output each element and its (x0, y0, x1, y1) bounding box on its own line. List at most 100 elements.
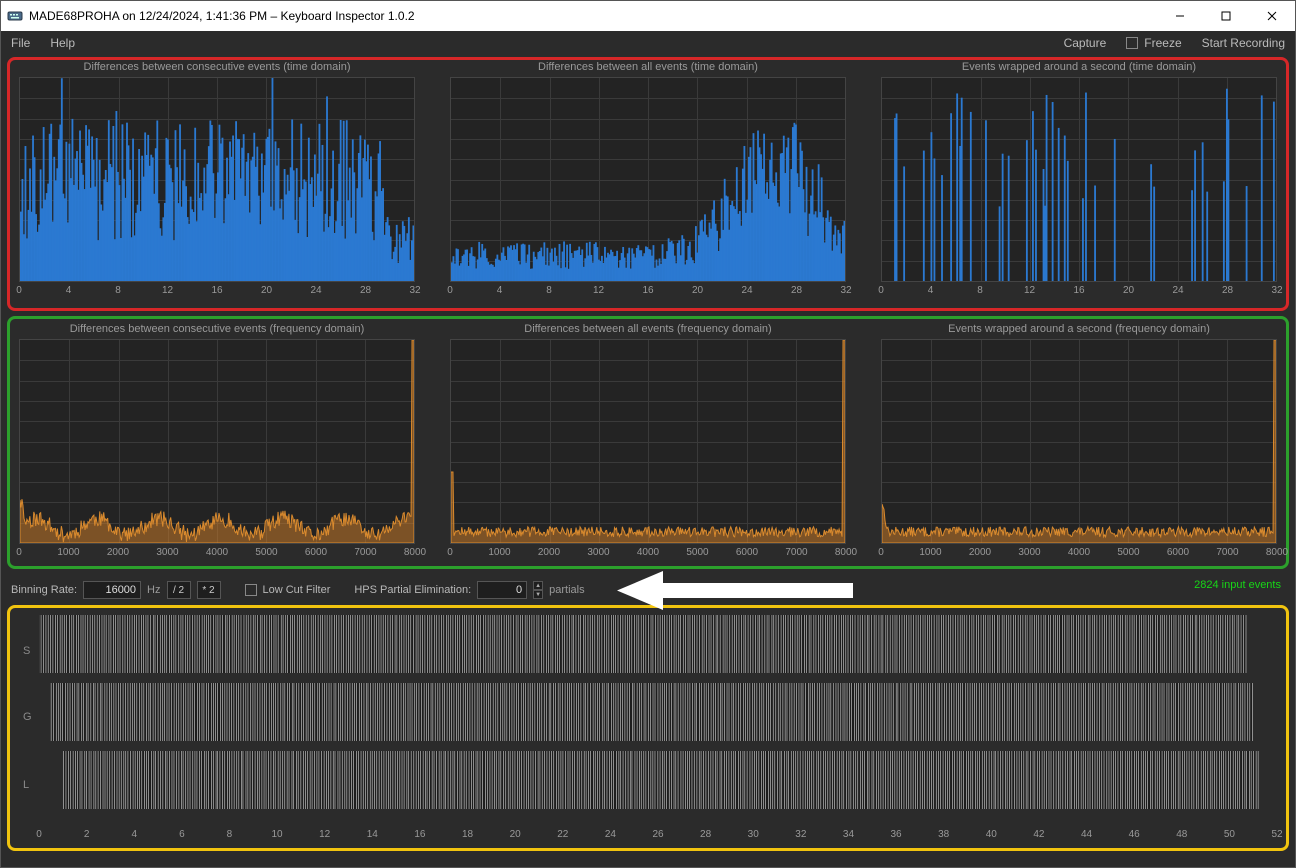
timeline-tick: 28 (700, 829, 711, 840)
axis-tick: 2000 (538, 547, 560, 558)
chart1-plot[interactable] (19, 77, 415, 282)
axis-tick: 24 (310, 285, 321, 296)
timeline-tick: 30 (748, 829, 759, 840)
axis-tick: 1000 (488, 547, 510, 558)
axis-tick: 2000 (107, 547, 129, 558)
timeline-tick: 20 (510, 829, 521, 840)
freeze-label: Freeze (1144, 36, 1181, 50)
axis-tick: 5000 (1117, 547, 1139, 558)
axis-tick: 3000 (1018, 547, 1040, 558)
timeline-tick: 32 (795, 829, 806, 840)
axis-tick: 6000 (736, 547, 758, 558)
lowcut-checkbox-icon (245, 584, 257, 596)
axis-tick: 0 (878, 547, 884, 558)
axis-tick: 8 (977, 285, 983, 296)
double-binning-button[interactable]: * 2 (197, 581, 221, 599)
axis-tick: 7000 (785, 547, 807, 558)
freeze-checkbox-icon (1126, 37, 1138, 49)
menubar: File Help Capture Freeze Start Recording (1, 31, 1295, 55)
axis-tick: 32 (409, 285, 420, 296)
timeline-lane-S: S (23, 645, 30, 657)
partials-unit: partials (549, 584, 584, 596)
axis-tick: 16 (1073, 285, 1084, 296)
hps-spin-up[interactable]: ▲ (533, 581, 543, 590)
axis-tick: 32 (1271, 285, 1282, 296)
axis-tick: 6000 (305, 547, 327, 558)
timeline-tick: 34 (843, 829, 854, 840)
timeline-tick: 22 (557, 829, 568, 840)
timeline-tick: 10 (272, 829, 283, 840)
input-events-count: 2824 input events (1194, 579, 1281, 591)
app-icon (7, 8, 23, 24)
low-cut-toggle[interactable]: Low Cut Filter (245, 584, 331, 596)
timeline-tick: 26 (652, 829, 663, 840)
chart6-plot[interactable] (881, 339, 1277, 544)
axis-tick: 0 (447, 285, 453, 296)
timeline-plot[interactable] (39, 615, 1277, 825)
axis-tick: 12 (1024, 285, 1035, 296)
hps-spin-down[interactable]: ▼ (533, 590, 543, 599)
axis-tick: 24 (1172, 285, 1183, 296)
axis-tick: 6000 (1167, 547, 1189, 558)
binning-rate-input[interactable] (83, 581, 141, 599)
timeline-tick: 12 (319, 829, 330, 840)
halve-binning-button[interactable]: / 2 (167, 581, 191, 599)
hps-spinner[interactable]: ▲ ▼ (533, 581, 543, 599)
axis-tick: 28 (1222, 285, 1233, 296)
axis-tick: 5000 (686, 547, 708, 558)
titlebar: MADE68PROHA on 12/24/2024, 1:41:36 PM – … (1, 1, 1295, 31)
minimize-button[interactable] (1157, 1, 1203, 31)
chart6-title: Events wrapped around a second (frequenc… (881, 323, 1277, 335)
maximize-button[interactable] (1203, 1, 1249, 31)
axis-tick: 1000 (57, 547, 79, 558)
chart4-plot[interactable] (19, 339, 415, 544)
axis-tick: 12 (593, 285, 604, 296)
timeline-tick: 36 (891, 829, 902, 840)
timeline-tick: 2 (84, 829, 90, 840)
chart5-title: Differences between all events (frequenc… (450, 323, 846, 335)
close-button[interactable] (1249, 1, 1295, 31)
menu-help[interactable]: Help (40, 31, 85, 55)
low-cut-label: Low Cut Filter (263, 584, 331, 596)
arrow-annotation (617, 571, 853, 610)
axis-tick: 0 (447, 547, 453, 558)
axis-tick: 4 (66, 285, 72, 296)
timeline-tick: 16 (414, 829, 425, 840)
axis-tick: 4 (928, 285, 934, 296)
timeline-tick: 46 (1129, 829, 1140, 840)
timeline-tick: 6 (179, 829, 185, 840)
timeline-tick: 14 (367, 829, 378, 840)
axis-tick: 0 (16, 285, 22, 296)
hps-input[interactable] (477, 581, 527, 599)
timeline-tick: 8 (227, 829, 233, 840)
axis-tick: 8 (115, 285, 121, 296)
axis-tick: 5000 (255, 547, 277, 558)
freeze-toggle[interactable]: Freeze (1116, 31, 1191, 55)
chart3-plot[interactable] (881, 77, 1277, 282)
axis-tick: 16 (642, 285, 653, 296)
timeline-tick: 48 (1176, 829, 1187, 840)
timeline-tick: 38 (938, 829, 949, 840)
axis-tick: 8000 (1266, 547, 1288, 558)
axis-tick: 28 (791, 285, 802, 296)
chart2-plot[interactable] (450, 77, 846, 282)
timeline-tick: 18 (462, 829, 473, 840)
chart5-plot[interactable] (450, 339, 846, 544)
menu-file[interactable]: File (1, 31, 40, 55)
chart3-title: Events wrapped around a second (time dom… (881, 61, 1277, 73)
axis-tick: 24 (741, 285, 752, 296)
window-title: MADE68PROHA on 12/24/2024, 1:41:36 PM – … (29, 9, 1157, 23)
timeline-tick: 44 (1081, 829, 1092, 840)
axis-tick: 8 (546, 285, 552, 296)
axis-tick: 20 (1123, 285, 1134, 296)
timeline-tick: 50 (1224, 829, 1235, 840)
axis-tick: 16 (211, 285, 222, 296)
timeline-lane-L: L (23, 779, 29, 791)
axis-tick: 7000 (354, 547, 376, 558)
timeline-tick: 42 (1033, 829, 1044, 840)
menu-capture[interactable]: Capture (1054, 31, 1117, 55)
binning-rate-label: Binning Rate: (11, 584, 77, 596)
start-recording-button[interactable]: Start Recording (1192, 31, 1295, 55)
axis-tick: 32 (840, 285, 851, 296)
axis-tick: 8000 (835, 547, 857, 558)
